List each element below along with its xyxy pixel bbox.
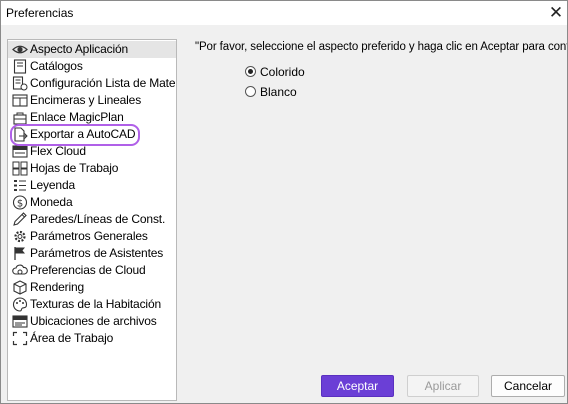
sidebar-item-label: Flex Cloud	[30, 144, 86, 158]
pencil-icon	[12, 212, 28, 227]
sidebar-item-label: Catálogos	[30, 59, 83, 73]
sidebar-item-configuracion-lista-materiales[interactable]: Configuración Lista de Materia	[8, 75, 176, 92]
sidebar-item-leyenda[interactable]: Leyenda	[8, 177, 176, 194]
currency-icon: $	[12, 195, 28, 210]
sidebar-item-label: Configuración Lista de Materia	[30, 76, 177, 90]
sidebar-item-label: Enlace MagicPlan	[30, 110, 124, 124]
sidebar-item-catalogos[interactable]: Catálogos	[8, 58, 176, 75]
sidebar-item-label: Leyenda	[30, 178, 75, 192]
file-locations-icon	[12, 314, 28, 329]
sidebar-item-label: Parámetros de Asistentes	[30, 246, 164, 260]
apply-button[interactable]: Aplicar	[407, 375, 479, 397]
sidebar-item-label: Aspecto Aplicación	[30, 42, 129, 56]
sidebar-item-label: Parámetros Generales	[30, 229, 148, 243]
cube-icon	[12, 280, 28, 295]
flag-icon	[12, 246, 28, 261]
radio-label: Colorido	[260, 65, 305, 79]
preferences-category-list: Aspecto Aplicación Catálogos Configuraci…	[7, 39, 177, 401]
close-icon[interactable]: ✕	[545, 2, 567, 24]
focus-highlight	[10, 124, 140, 146]
sidebar-item-label: Encimeras y Lineales	[30, 93, 142, 107]
title-bar: Preferencias ✕	[1, 1, 567, 25]
sidebar-item-area-trabajo[interactable]: Área de Trabajo	[8, 330, 176, 347]
sidebar-item-hojas-trabajo[interactable]: Hojas de Trabajo	[8, 160, 176, 177]
countertop-icon	[12, 93, 28, 108]
sidebar-item-label: Ubicaciones de archivos	[30, 314, 157, 328]
eye-icon	[12, 42, 28, 57]
sidebar-item-label: Paredes/Líneas de Const.	[30, 212, 166, 226]
material-list-icon	[12, 76, 28, 91]
sidebar-item-preferencias-cloud[interactable]: Preferencias de Cloud	[8, 262, 176, 279]
sidebar-item-parametros-asistentes[interactable]: Parámetros de Asistentes	[8, 245, 176, 262]
sidebar-item-rendering[interactable]: Rendering	[8, 279, 176, 296]
magicplan-icon	[12, 110, 28, 125]
legend-icon	[12, 178, 28, 193]
cancel-button[interactable]: Cancelar	[491, 375, 565, 397]
worksheet-icon	[12, 161, 28, 176]
dialog-title: Preferencias	[6, 6, 74, 20]
sidebar-item-aspecto-aplicacion[interactable]: Aspecto Aplicación	[8, 41, 176, 58]
sidebar-item-label: Texturas de la Habitación	[30, 297, 161, 311]
preferences-dialog: Preferencias ✕ Aspecto Aplicación Catálo…	[0, 0, 568, 404]
sidebar-item-encimeras-lineales[interactable]: Encimeras y Lineales	[8, 92, 176, 109]
instruction-text: "Por favor, seleccione el aspecto prefer…	[195, 41, 567, 53]
gear-icon	[12, 229, 28, 244]
sidebar-item-moneda[interactable]: $ Moneda	[8, 194, 176, 211]
accept-button[interactable]: Aceptar	[321, 375, 394, 397]
sidebar-item-texturas-habitacion[interactable]: Texturas de la Habitación	[8, 296, 176, 313]
sidebar-item-label: Hojas de Trabajo	[30, 161, 119, 175]
cloud-gear-icon	[12, 263, 28, 278]
radio-button[interactable]	[245, 86, 256, 97]
sidebar-item-parametros-generales[interactable]: Parámetros Generales	[8, 228, 176, 245]
preferences-panel: "Por favor, seleccione el aspecto prefer…	[182, 31, 567, 371]
workspace-icon	[12, 331, 28, 346]
sidebar-item-paredes-lineas[interactable]: Paredes/Líneas de Const.	[8, 211, 176, 228]
flex-cloud-icon	[12, 144, 28, 159]
palette-icon	[12, 297, 28, 312]
catalog-icon	[12, 59, 28, 74]
sidebar-item-label: Área de Trabajo	[30, 331, 114, 345]
svg-text:$: $	[17, 199, 23, 210]
sidebar-item-label: Moneda	[30, 195, 73, 209]
radio-label: Blanco	[260, 85, 297, 99]
sidebar-item-ubicaciones-archivos[interactable]: Ubicaciones de archivos	[8, 313, 176, 330]
radio-button-checked[interactable]	[245, 66, 256, 77]
sidebar-item-label: Rendering	[30, 280, 85, 294]
sidebar-item-label: Preferencias de Cloud	[30, 263, 146, 277]
